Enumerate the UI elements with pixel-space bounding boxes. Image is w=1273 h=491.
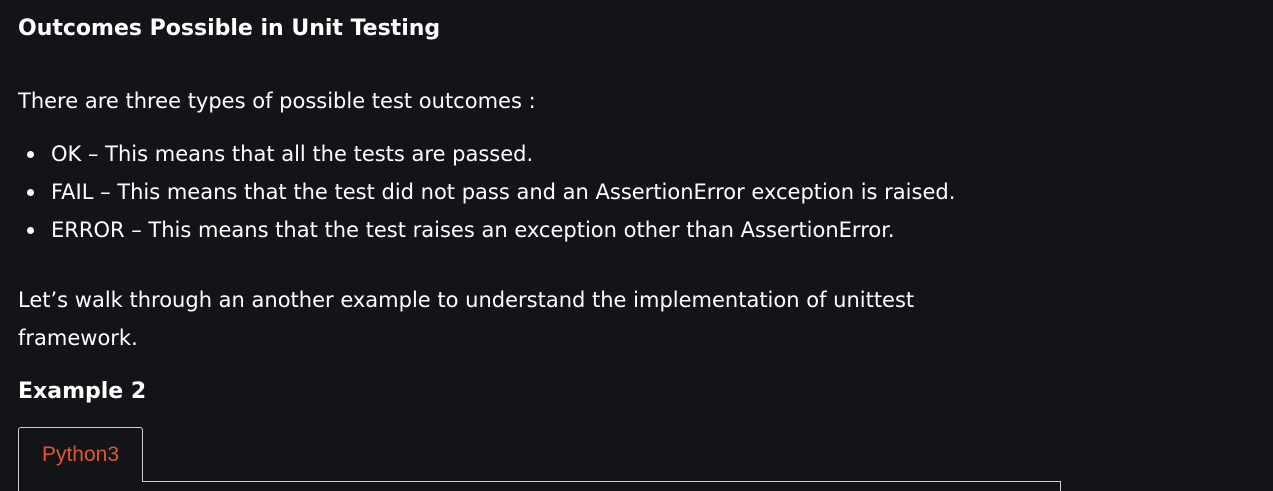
example-heading: Example 2: [18, 379, 147, 404]
bullet-icon: [27, 189, 34, 196]
bullet-icon: [27, 151, 34, 158]
outcomes-list: OK – This means that all the tests are p…: [18, 135, 955, 249]
walkthrough-paragraph: Let’s walk through an another example to…: [18, 288, 915, 350]
tab-python3[interactable]: Python3: [18, 427, 143, 482]
outcome-text: OK – This means that all the tests are p…: [51, 142, 534, 166]
code-tabs: Python3: [18, 427, 1061, 491]
outcome-ok: OK – This means that all the tests are p…: [18, 135, 955, 173]
outcome-text: ERROR – This means that the test raises …: [51, 218, 895, 242]
intro-paragraph: There are three types of possible test o…: [18, 89, 536, 113]
outcome-error: ERROR – This means that the test raises …: [18, 211, 955, 249]
code-panel: [18, 481, 1061, 491]
outcome-text: FAIL – This means that the test did not …: [51, 180, 956, 204]
bullet-icon: [27, 227, 34, 234]
section-heading: Outcomes Possible in Unit Testing: [18, 16, 441, 41]
outcome-fail: FAIL – This means that the test did not …: [18, 173, 955, 211]
article-content: Outcomes Possible in Unit Testing There …: [0, 0, 1273, 491]
